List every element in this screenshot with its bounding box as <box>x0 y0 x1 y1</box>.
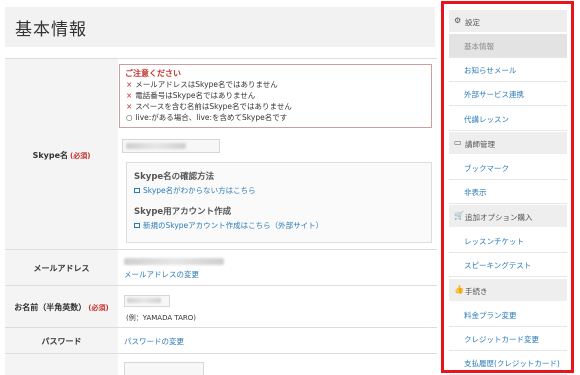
sidebar-item-label: 基本情報 <box>464 42 494 51</box>
email-value <box>124 258 224 265</box>
sidebar-section-header: 🛒 追加オプション購入 <box>449 205 567 228</box>
next-label-cell <box>5 354 118 375</box>
name-label: お名前（半角英数） <box>14 303 87 312</box>
notice-text: スペースを含む名前はSkype名ではありません <box>135 102 292 111</box>
notice-line: × 電話番号はSkype名ではありません <box>126 90 255 101</box>
password-label-cell: パスワード <box>5 328 118 353</box>
sidebar-item-label: 代講レッスン <box>464 114 509 124</box>
settings-sidebar: ⚙ 設定基本情報お知らせメール 外部サービス連携 代講レッスン ▭ 講師管理ブックマーク非… <box>441 1 574 375</box>
sidebar-section-label: 講師管理 <box>465 139 495 149</box>
skype-label-cell: Skype名 (必須) <box>5 59 118 249</box>
sidebar-section-header: 👍 手続き <box>449 278 567 301</box>
next-input[interactable] <box>124 362 204 375</box>
sidebar-item-label: 支払履歴(クレジットカード) <box>464 359 560 368</box>
sidebar-section-header: ▭ 講師管理 <box>449 131 567 154</box>
sidebar-item[interactable]: 非表示 <box>449 180 567 204</box>
sidebar-item-label: 非表示 <box>464 188 487 197</box>
name-label-cell: お名前（半角英数） (必須) <box>5 286 118 327</box>
skype-label: Skype名 <box>32 151 69 160</box>
sidebar-item-label: クレジットカード変更 <box>464 334 539 344</box>
sidebar-item-label: スピーキングテスト <box>464 261 532 271</box>
name-value-cell: (例：YAMADA TARO) <box>118 286 437 327</box>
notice-line: × スペースを含む名前はSkype名ではありません <box>126 101 292 112</box>
page: 基本情報 Skype名 (必須) メールアドレス メールアドレスの変更 お名前（… <box>0 0 580 375</box>
email-label: メールアドレス <box>33 264 90 273</box>
skype-create-heading: Skype用アカウント作成 <box>134 207 232 217</box>
email-row: メールアドレス メールアドレスの変更 <box>5 250 437 286</box>
sidebar-item-label: レッスンチケット <box>464 237 524 247</box>
cross-mark-icon: × <box>126 80 133 89</box>
external-link-icon <box>134 223 140 228</box>
password-value-cell: パスワードの変更 <box>118 328 437 353</box>
required-badge: (必須) <box>70 152 91 160</box>
next-value-cell <box>118 354 437 375</box>
sidebar-item-label: お知らせメール <box>464 66 517 76</box>
sidebar-section-label: 追加オプション購入 <box>465 213 533 223</box>
sidebar-item[interactable]: 代講レッスン <box>449 107 567 131</box>
sidebar-item[interactable]: 支払履歴(クレジットカード) <box>449 351 567 375</box>
sidebar-item[interactable]: お知らせメール <box>449 58 567 83</box>
cart-icon: 🛒 <box>454 211 464 221</box>
page-title: 基本情報 <box>15 20 87 40</box>
sidebar-item-label: 外部サービス連携 <box>464 90 524 100</box>
folder-icon: ▭ <box>454 137 462 147</box>
cross-mark-icon: × <box>126 102 133 111</box>
skype-name-value <box>126 143 186 149</box>
notice-title: ご注意ください <box>125 69 181 78</box>
skype-help-box: Skype名の確認方法 Skype名がわからない方はこちら Skype用アカウン… <box>126 162 432 243</box>
sidebar-item[interactable]: スピーキングテスト <box>449 253 567 278</box>
sidebar-section-header: ⚙ 設定 <box>449 10 567 32</box>
gear-icon: ⚙ <box>454 16 462 25</box>
email-label-cell: メールアドレス <box>5 250 118 285</box>
sidebar-item[interactable]: 料金プラン変更 <box>449 303 567 327</box>
page-header: 基本情報 <box>5 7 435 47</box>
external-link-icon <box>134 188 140 193</box>
sidebar-section-label: 手続き <box>465 286 488 296</box>
skype-create-link[interactable]: 新規のSkypeアカウント作成はこちら（外部サイト） <box>134 220 323 231</box>
sidebar-item[interactable]: レッスンチケット <box>449 229 567 254</box>
thumbs-up-icon: 👍 <box>454 284 464 294</box>
skype-check-heading: Skype名の確認方法 <box>134 172 215 182</box>
name-example: (例：YAMADA TARO) <box>126 314 196 322</box>
skype-check-link-text: Skype名がわからない方はこちら <box>143 186 256 195</box>
notice-line: × メールアドレスはSkype名ではありません <box>126 79 278 90</box>
sidebar-item-label: 料金プラン変更 <box>464 310 517 320</box>
notice-text: live:がある場合、live:を含めてSkype名です <box>135 113 288 122</box>
sidebar-item[interactable]: 基本情報 <box>449 34 567 58</box>
name-row: お名前（半角英数） (必須) (例：YAMADA TARO) <box>5 286 437 328</box>
sidebar-item-label: ブックマーク <box>464 163 509 173</box>
password-row: パスワード パスワードの変更 <box>5 328 437 354</box>
next-row <box>5 354 437 375</box>
sidebar-item[interactable]: 外部サービス連携 <box>449 82 567 107</box>
email-value-cell: メールアドレスの変更 <box>118 250 437 285</box>
notice-line: ○ live:がある場合、live:を含めてSkype名です <box>126 112 287 123</box>
name-value <box>127 298 161 303</box>
sidebar-item[interactable]: ブックマーク <box>449 156 567 180</box>
skype-create-link-text: 新規のSkypeアカウント作成はこちら（外部サイト） <box>143 221 324 230</box>
notice-box: ご注意ください × メールアドレスはSkype名ではありません × 電話番号はSky… <box>119 64 432 128</box>
notice-text: メールアドレスはSkype名ではありません <box>135 80 278 89</box>
required-badge: (必須) <box>88 304 109 312</box>
circle-mark-icon: ○ <box>126 113 133 122</box>
sidebar-section-label: 設定 <box>465 18 480 27</box>
cross-mark-icon: × <box>126 91 133 100</box>
email-change-link[interactable]: メールアドレスの変更 <box>124 269 199 280</box>
password-change-link[interactable]: パスワードの変更 <box>124 336 184 347</box>
sidebar-item[interactable]: クレジットカード変更 <box>449 327 567 351</box>
notice-text: 電話番号はSkype名ではありません <box>135 91 256 100</box>
password-label: パスワード <box>41 337 82 346</box>
skype-check-link[interactable]: Skype名がわからない方はこちら <box>134 185 256 196</box>
